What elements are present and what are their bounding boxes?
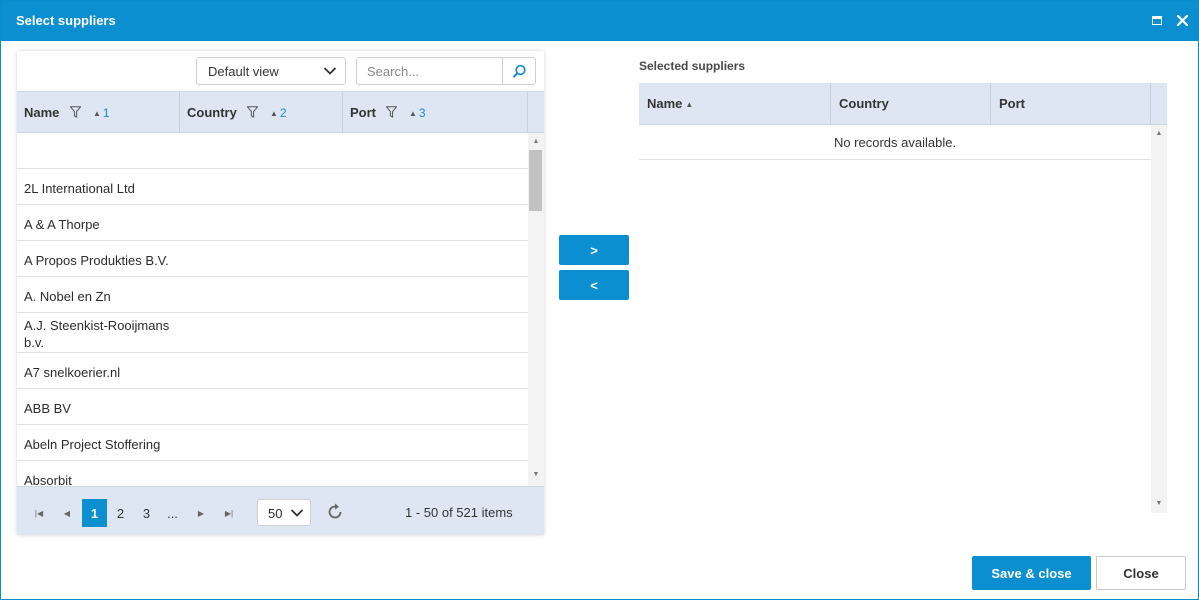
supplier-name-cell: 2L International Ltd	[24, 181, 135, 196]
column-header-country[interactable]: Country ▲ 2	[180, 92, 343, 133]
scroll-down-icon[interactable]: ▼	[532, 471, 540, 479]
selected-grid-scrollbar[interactable]: ▲ ▼	[1151, 125, 1167, 513]
table-row[interactable]: A & A Thorpe	[17, 205, 528, 241]
scroll-up-icon[interactable]: ▲	[1155, 130, 1163, 138]
grid-toolbar: Default view	[17, 51, 544, 91]
column-header-label: Country	[839, 96, 889, 111]
table-row[interactable]: Absorbit	[17, 461, 528, 486]
column-header-country[interactable]: Country	[831, 83, 991, 124]
supplier-name-cell: A Propos Produkties B.V.	[24, 253, 169, 268]
sort-ascending-icon: ▲	[685, 100, 694, 109]
add-selected-button[interactable]: >	[559, 235, 629, 265]
supplier-grid-scrollbar[interactable]: ▲ ▼	[528, 133, 544, 486]
prev-page-icon[interactable]: ◀	[57, 499, 77, 527]
last-page-icon[interactable]: ▶|	[219, 499, 239, 527]
view-select-value: Default view	[208, 64, 279, 79]
column-header-name[interactable]: Name ▲	[639, 83, 831, 124]
empty-message: No records available.	[639, 125, 1151, 160]
first-page-icon[interactable]: |◀	[29, 499, 49, 527]
column-header-label: Country	[187, 105, 237, 120]
column-header-name[interactable]: Name ▲ 1	[17, 92, 180, 133]
sort-indicator: ▲ 1	[93, 106, 110, 120]
chevron-down-icon	[290, 509, 304, 517]
supplier-name-cell: A.J. Steenkist-Rooijmans b.v.	[24, 318, 170, 350]
table-row[interactable]: Abeln Project Stoffering	[17, 425, 528, 461]
page-size-select[interactable]: 50	[257, 499, 311, 526]
selected-suppliers-title: Selected suppliers	[639, 59, 746, 73]
select-suppliers-dialog: Select suppliers Default view Name	[0, 0, 1199, 600]
table-row[interactable]: ABB BV	[17, 389, 528, 425]
save-and-close-button[interactable]: Save & close	[972, 556, 1091, 590]
remove-selected-button[interactable]: <	[559, 270, 629, 300]
pager-info: 1 - 50 of 521 items	[405, 505, 513, 520]
filter-icon[interactable]	[386, 106, 397, 118]
next-page-icon[interactable]: ▶	[191, 499, 211, 527]
filter-icon[interactable]	[70, 106, 81, 118]
supplier-name-cell: Abeln Project Stoffering	[24, 437, 161, 452]
chevron-down-icon	[323, 67, 337, 75]
search-button[interactable]	[502, 58, 535, 84]
close-button[interactable]: Close	[1096, 556, 1186, 590]
column-header-port[interactable]: Port ▲ 3	[343, 92, 528, 133]
page-button-1[interactable]: 1	[82, 499, 107, 527]
pager: |◀ ◀ 1 2 3 ... ▶ ▶| 50 1 - 50 of 521 ite…	[17, 486, 544, 535]
table-row[interactable]: 2L International Ltd	[17, 169, 528, 205]
supplier-name-cell: A & A Thorpe	[24, 217, 100, 232]
supplier-name-cell: A. Nobel en Zn	[24, 289, 111, 304]
filter-icon[interactable]	[247, 106, 258, 118]
table-row[interactable]: A Propos Produkties B.V.	[17, 241, 528, 277]
table-row[interactable]: A. Nobel en Zn	[17, 277, 528, 313]
search-box	[356, 57, 536, 85]
close-icon[interactable]	[1174, 12, 1190, 28]
maximize-icon[interactable]	[1149, 12, 1165, 28]
table-row[interactable]: A7 snelkoerier.nl	[17, 353, 528, 389]
supplier-grid-header: Name ▲ 1 Country ▲ 2 Port ▲ 3	[17, 91, 544, 133]
scroll-up-icon[interactable]: ▲	[532, 138, 540, 146]
sort-indicator: ▲ 2	[270, 106, 287, 120]
dialog-titlebar: Select suppliers	[1, 1, 1198, 41]
search-input[interactable]	[358, 59, 501, 83]
selected-grid-body: No records available.	[639, 125, 1151, 513]
supplier-name-cell: Absorbit	[24, 473, 72, 486]
dialog-title: Select suppliers	[16, 13, 116, 28]
page-button-more[interactable]: ...	[160, 499, 185, 527]
sort-indicator: ▲ 3	[409, 106, 426, 120]
supplier-name-cell: ABB BV	[24, 401, 71, 416]
selected-grid-header: Name ▲ Country Port	[639, 83, 1167, 125]
table-row[interactable]: A.J. Steenkist-Rooijmans b.v.	[17, 313, 528, 353]
supplier-list-panel: Default view Name ▲1 Country ▲2	[17, 51, 544, 535]
column-header-port[interactable]: Port	[991, 83, 1151, 124]
column-header-label: Port	[350, 105, 376, 120]
search-icon	[512, 64, 526, 78]
scroll-down-icon[interactable]: ▼	[1155, 500, 1163, 508]
view-select[interactable]: Default view	[196, 57, 346, 85]
page-button-2[interactable]: 2	[108, 499, 133, 527]
table-row[interactable]	[17, 133, 528, 169]
page-size-value: 50	[268, 506, 283, 521]
refresh-icon[interactable]	[325, 502, 345, 522]
supplier-grid-body: 2L International Ltd A & A Thorpe A Prop…	[17, 133, 528, 486]
column-header-label: Name	[24, 105, 60, 120]
page-button-3[interactable]: 3	[134, 499, 159, 527]
column-header-label: Port	[999, 96, 1025, 111]
supplier-name-cell: A7 snelkoerier.nl	[24, 365, 121, 380]
column-header-label: Name ▲	[647, 96, 694, 111]
scroll-thumb[interactable]	[529, 150, 542, 211]
